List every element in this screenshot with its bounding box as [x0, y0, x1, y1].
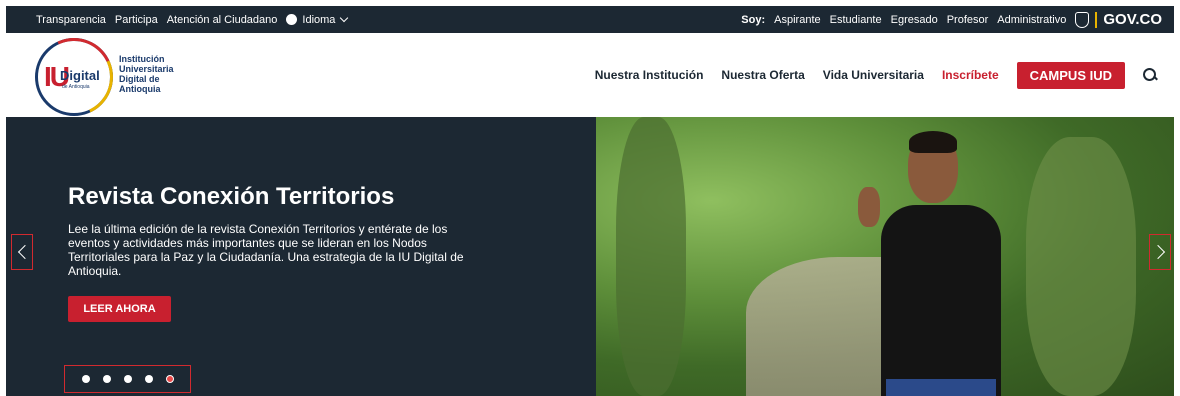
link-transparencia[interactable]: Transparencia — [36, 14, 106, 26]
slide-dot-3[interactable] — [123, 375, 132, 383]
logo-digital: Digital — [60, 68, 100, 83]
slide-dot-4[interactable] — [144, 375, 153, 383]
colombia-shield-icon — [1075, 11, 1090, 28]
photo-person-shirt — [881, 205, 1001, 396]
slide-dot-5[interactable] — [165, 375, 174, 383]
slide-dot-1[interactable] — [81, 375, 90, 383]
role-egresado[interactable]: Egresado — [891, 14, 938, 26]
photo-person-hair — [909, 131, 957, 153]
nav-vida-universitaria[interactable]: Vida Universitaria — [823, 68, 924, 82]
logo-sub: de Antioquia — [62, 84, 90, 90]
role-aspirante[interactable]: Aspirante — [774, 14, 820, 26]
role-profesor[interactable]: Profesor — [947, 14, 989, 26]
link-atencion[interactable]: Atención al Ciudadano — [167, 14, 278, 26]
hero-slider: Revista Conexión Territorios Lee la últi… — [6, 117, 1174, 396]
photo-person-jeans — [886, 379, 996, 396]
slide-indicators — [64, 365, 191, 393]
nav-nuestra-institucion[interactable]: Nuestra Institución — [595, 68, 704, 82]
institution-name: Institución Universitaria Digital de Ant… — [119, 54, 174, 94]
iu-digital-logo[interactable]: IU Digital de Antioquia — [24, 27, 124, 127]
nav-inscribete[interactable]: Inscríbete — [942, 68, 999, 82]
soy-label: Soy: — [741, 13, 766, 26]
gov-co-logo[interactable]: GOV.CO — [1075, 11, 1162, 28]
hero-photo — [596, 117, 1174, 396]
prev-slide-button[interactable] — [11, 234, 33, 270]
gov-label: GOV.CO — [1103, 11, 1162, 28]
top-bar: Transparencia Participa Atención al Ciud… — [6, 6, 1174, 33]
language-selector[interactable]: Idioma — [286, 13, 349, 26]
chevron-down-icon — [340, 13, 349, 23]
hero-description: Lee la última edición de la revista Cone… — [68, 222, 464, 278]
top-links: Transparencia Participa Atención al Ciud… — [36, 13, 349, 26]
globe-icon — [286, 14, 298, 25]
language-label: Idioma — [302, 13, 336, 26]
photo-foliage-right — [1026, 137, 1136, 396]
role-estudiante[interactable]: Estudiante — [830, 14, 882, 26]
nav-nuestra-oferta[interactable]: Nuestra Oferta — [721, 68, 804, 82]
role-administrativo[interactable]: Administrativo — [997, 14, 1066, 26]
leer-ahora-button[interactable]: LEER AHORA — [68, 296, 171, 322]
main-header: IU Digital de Antioquia Institución Univ… — [16, 27, 1169, 127]
main-nav: Nuestra Institución Nuestra Oferta Vida … — [595, 33, 1157, 117]
campus-iud-button[interactable]: CAMPUS IUD — [1016, 61, 1125, 89]
top-roles: Soy: Aspirante Estudiante Egresado Profe… — [741, 11, 1162, 28]
hero-title: Revista Conexión Territorios — [68, 183, 395, 210]
search-icon[interactable] — [1143, 68, 1157, 82]
link-participa[interactable]: Participa — [115, 14, 158, 26]
photo-foliage-left — [616, 117, 686, 396]
slide-dot-2[interactable] — [102, 375, 111, 383]
photo-person-hand — [858, 187, 880, 227]
next-slide-button[interactable] — [1149, 234, 1171, 270]
page: Transparencia Participa Atención al Ciud… — [0, 0, 1180, 396]
gov-divider — [1095, 11, 1098, 28]
